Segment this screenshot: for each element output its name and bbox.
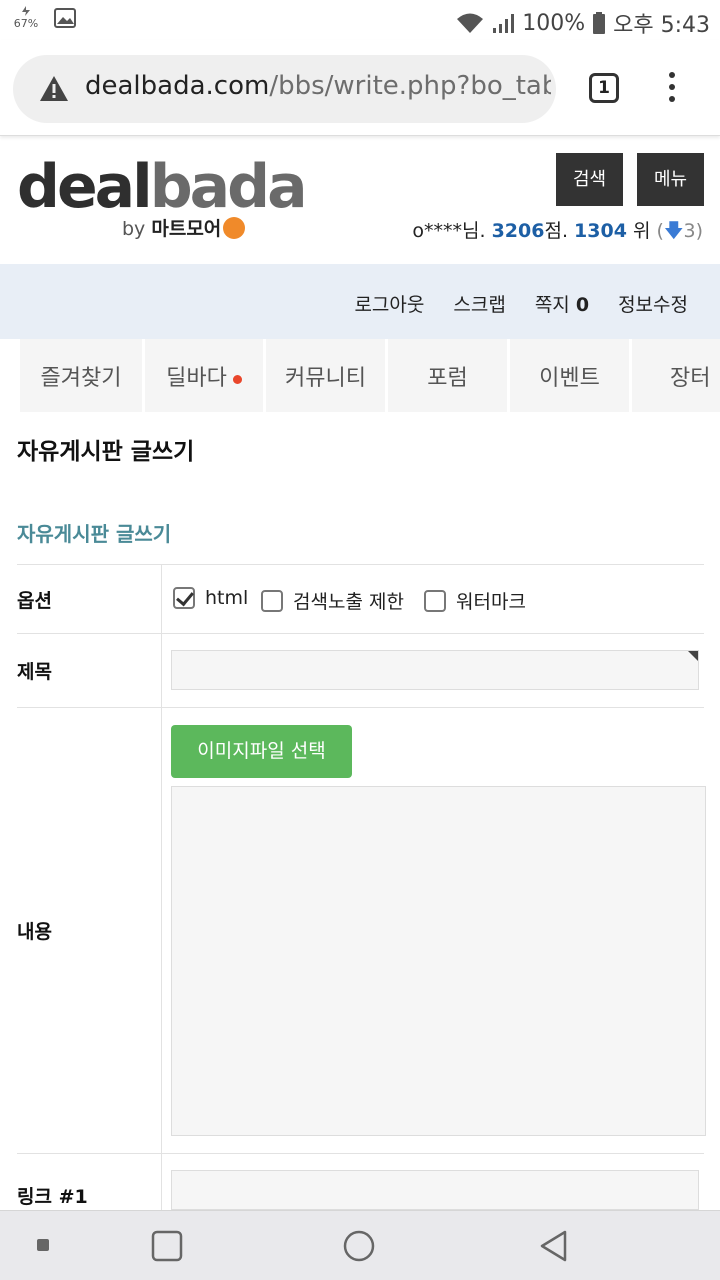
url-text[interactable]: dealbada.com/bbs/write.php?bo_table xyxy=(85,71,551,101)
user-rank: 1304 xyxy=(574,220,627,242)
home-icon[interactable] xyxy=(343,1230,375,1262)
tab-dealbada[interactable]: 딜바다 xyxy=(145,339,263,412)
tab-event[interactable]: 이벤트 xyxy=(510,339,629,412)
page-title: 자유게시판 글쓰기 xyxy=(17,439,195,465)
scrap-link[interactable]: 스크랩 xyxy=(453,290,505,317)
html-checkbox[interactable] xyxy=(173,587,195,609)
url-domain: dealbada.com xyxy=(85,71,270,101)
tab-label: 커뮤니티 xyxy=(285,366,366,391)
html-option[interactable]: html xyxy=(173,587,248,609)
tab-label: 장터 xyxy=(670,366,711,391)
points-suffix: 점. xyxy=(544,220,568,242)
tab-label: 이벤트 xyxy=(539,366,600,391)
notification-dot-icon[interactable] xyxy=(37,1239,49,1251)
search-exposure-label: 검색노출 제한 xyxy=(293,591,404,613)
notification-dot xyxy=(232,375,242,384)
title-field xyxy=(161,634,704,707)
battery-percent: 100% xyxy=(522,10,586,36)
category-tabs: 즐겨찾기 딜바다 커뮤니티 포럼 이벤트 장터 xyxy=(0,339,720,412)
tab-forum[interactable]: 포럼 xyxy=(388,339,507,412)
browser-menu-icon[interactable] xyxy=(664,72,680,106)
signal-icon xyxy=(493,14,515,33)
search-exposure-option[interactable]: 검색노출 제한 xyxy=(261,587,404,614)
logo-bada: bada xyxy=(149,152,308,222)
search-button[interactable]: 검색 xyxy=(556,153,623,206)
html-option-label: html xyxy=(205,587,249,609)
option-field: html 검색노출 제한 워터마크 xyxy=(161,565,704,633)
tab-label: 포럼 xyxy=(427,366,468,391)
title-row: 제목 xyxy=(17,634,704,708)
battery-charge-icon xyxy=(22,6,30,16)
warning-icon[interactable] xyxy=(39,75,69,102)
logout-link[interactable]: 로그아웃 xyxy=(354,290,424,317)
address-bar[interactable]: dealbada.com/bbs/write.php?bo_table xyxy=(13,55,556,123)
watermark-label: 워터마크 xyxy=(456,591,526,613)
system-nav-bar xyxy=(0,1210,720,1280)
memo-count: 0 xyxy=(575,294,590,316)
memo-link[interactable]: 쪽지 0 xyxy=(535,290,589,317)
search-exposure-checkbox[interactable] xyxy=(261,589,283,612)
tab-favorites[interactable]: 즐겨찾기 xyxy=(20,339,142,412)
logo-deal: deal xyxy=(17,152,153,222)
tab-label: 딜바다 xyxy=(166,366,227,391)
rank-down-icon: 🡇 xyxy=(663,220,684,242)
title-input[interactable] xyxy=(171,650,699,690)
user-name[interactable]: o****님. xyxy=(412,220,485,242)
user-points: 3206 xyxy=(491,220,545,242)
tab-switcher-button[interactable]: 1 xyxy=(589,73,619,103)
form-subtitle: 자유게시판 글쓰기 xyxy=(17,522,172,546)
content-label: 내용 xyxy=(17,921,52,943)
url-path: /bbs/write.php?bo_table xyxy=(269,71,551,101)
write-form: 옵션 html 검색노출 제한 워터마크 제목 내용 이미지파일 선택 링크 #… xyxy=(17,564,706,1234)
rank-change: 3 xyxy=(683,220,696,242)
tab-label: 즐겨찾기 xyxy=(40,366,122,391)
link1-input[interactable] xyxy=(171,1170,699,1210)
paren-close: ) xyxy=(695,220,703,242)
option-row: 옵션 html 검색노출 제한 워터마크 xyxy=(17,565,704,634)
menu-button[interactable]: 메뉴 xyxy=(637,153,704,206)
logo-brand: 마트모어 xyxy=(151,218,222,240)
battery-icon xyxy=(593,12,606,34)
back-icon[interactable] xyxy=(538,1229,568,1263)
required-corner-icon xyxy=(688,651,698,661)
option-label: 옵션 xyxy=(17,589,52,612)
recent-apps-icon[interactable] xyxy=(151,1230,183,1262)
content-field: 이미지파일 선택 xyxy=(161,708,706,1153)
image-upload-button[interactable]: 이미지파일 선택 xyxy=(171,725,352,778)
clock: 오후 5:43 xyxy=(613,13,710,38)
battery-small-text: 67% xyxy=(13,17,39,30)
tab-community[interactable]: 커뮤니티 xyxy=(266,339,385,412)
rank-suffix: 위 xyxy=(632,220,651,242)
browser-toolbar: dealbada.com/bbs/write.php?bo_table 1 xyxy=(0,40,720,136)
site-logo[interactable]: dealbada by 마트모어 xyxy=(17,156,308,240)
user-info: o****님. 3206점. 1304 위 (🡇3) xyxy=(412,216,703,249)
battery-saver-indicator: 67% xyxy=(12,6,40,29)
memo-label: 쪽지 xyxy=(534,294,570,316)
brand-coin-icon xyxy=(223,217,246,239)
watermark-option[interactable]: 워터마크 xyxy=(424,587,526,614)
paren-open: ( xyxy=(656,220,664,242)
title-label: 제목 xyxy=(17,661,52,683)
wifi-icon xyxy=(457,13,484,33)
status-bar: 67% 100% 오후 5:43 xyxy=(0,0,720,40)
content-row: 내용 이미지파일 선택 xyxy=(17,708,706,1154)
watermark-checkbox[interactable] xyxy=(424,589,446,612)
tab-market[interactable]: 장터 xyxy=(632,339,720,412)
logo-by: by xyxy=(122,218,146,240)
profile-edit-link[interactable]: 정보수정 xyxy=(618,290,688,317)
image-icon xyxy=(54,7,76,28)
content-textarea[interactable] xyxy=(171,786,706,1136)
user-menu-bar: 로그아웃 스크랩 쪽지 0 정보수정 xyxy=(0,264,720,339)
